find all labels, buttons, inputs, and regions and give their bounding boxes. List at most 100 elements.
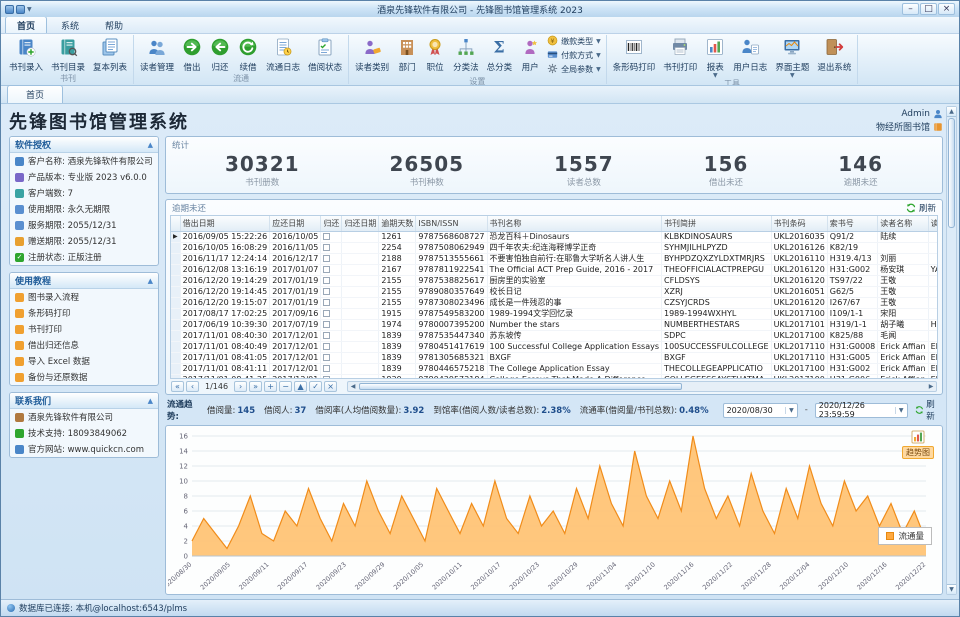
column-header[interactable]: 逾期天数: [379, 216, 416, 231]
next-page-button[interactable]: ›: [234, 381, 247, 392]
column-header[interactable]: 归还日期: [342, 216, 379, 231]
payment-method-button[interactable]: 付款方式▼: [547, 49, 601, 62]
maximize-button[interactable]: □: [920, 3, 937, 15]
renew-button[interactable]: 续借: [234, 35, 262, 73]
sidebar-panel-header-tutorials[interactable]: 使用教程▲: [10, 273, 158, 289]
return-button[interactable]: 归还: [206, 35, 234, 73]
sidebar-item[interactable]: 导入 Excel 数据: [10, 353, 158, 369]
returned-checkbox[interactable]: [323, 354, 330, 361]
user-log-button[interactable]: 用户日志: [729, 35, 771, 78]
last-page-button[interactable]: »: [249, 381, 262, 392]
table-row[interactable]: 2016/11/17 12:24:142016/12/1721889787513…: [171, 253, 938, 264]
chevron-down-icon[interactable]: ▼: [895, 407, 904, 414]
borrow-status-button[interactable]: 借阅状态: [304, 35, 346, 73]
global-params-button[interactable]: 全局参数▼: [547, 63, 601, 76]
collapse-icon[interactable]: ▲: [148, 277, 153, 285]
prev-page-button[interactable]: ‹: [186, 381, 199, 392]
date-from-input[interactable]: 2020/08/30 ▼: [723, 403, 798, 418]
table-row[interactable]: 2017/11/01 08:41:052017/12/0118399781305…: [171, 352, 938, 363]
returned-checkbox[interactable]: [323, 332, 330, 339]
chevron-down-icon[interactable]: ▼: [27, 7, 32, 12]
scroll-left-icon[interactable]: ◀: [348, 382, 358, 391]
payment-type-button[interactable]: ¥缴款类型▼: [547, 35, 601, 48]
book-print-button[interactable]: 书刊打印: [659, 35, 701, 78]
ribbon-tab-system[interactable]: 系统: [49, 16, 91, 33]
horizontal-scrollbar[interactable]: ◀ ▶: [347, 381, 937, 392]
collapse-icon[interactable]: ▲: [148, 141, 153, 149]
returned-checkbox[interactable]: [323, 343, 330, 350]
circulation-log-button[interactable]: 流通日志: [262, 35, 304, 73]
close-button[interactable]: ×: [938, 3, 955, 15]
sidebar-item[interactable]: 官方网站: www.quickcn.com: [10, 441, 158, 457]
returned-checkbox[interactable]: [323, 255, 330, 262]
table-row[interactable]: ▶2016/09/05 15:22:262016/10/051261978756…: [171, 231, 938, 242]
lend-button[interactable]: 借出: [178, 35, 206, 73]
edit-record-button[interactable]: ▲: [294, 381, 307, 392]
table-row[interactable]: 2017/08/17 17:02:252017/09/1619159787549…: [171, 308, 938, 319]
returned-checkbox[interactable]: [323, 310, 330, 317]
exit-system-button[interactable]: 退出系统: [813, 35, 855, 78]
sidebar-panel-header-contact-us[interactable]: 联系我们▲: [10, 393, 158, 409]
book-catalog-button[interactable]: 书刊目录: [47, 35, 89, 73]
column-header[interactable]: ISBN/ISSN: [416, 216, 487, 231]
sidebar-item[interactable]: 借出归还信息: [10, 337, 158, 353]
position-button[interactable]: 职位: [421, 35, 449, 76]
total-classification-button[interactable]: Σ总分类: [483, 35, 517, 76]
returned-checkbox[interactable]: [323, 299, 330, 306]
returned-checkbox[interactable]: [323, 277, 330, 284]
table-row[interactable]: 2016/12/20 19:14:452017/01/1921559789080…: [171, 286, 938, 297]
table-row[interactable]: 2017/11/01 08:40:492017/12/0118399780451…: [171, 341, 938, 352]
horizontal-scroll-thumb[interactable]: [359, 383, 682, 390]
doc-tab-home[interactable]: 首页: [7, 85, 63, 103]
sidebar-item[interactable]: 图书录入流程: [10, 289, 158, 305]
reader-management-button[interactable]: 读者管理: [136, 35, 178, 73]
column-header[interactable]: 书刊简拼: [662, 216, 772, 231]
user-button[interactable]: 用户: [516, 35, 544, 76]
department-button[interactable]: 部门: [393, 35, 421, 76]
sidebar-panel-header-software-license[interactable]: 软件授权▲: [10, 137, 158, 153]
table-row[interactable]: 2017/11/01 08:40:302017/12/0118399787535…: [171, 330, 938, 341]
current-user[interactable]: Admin: [876, 109, 943, 119]
copy-list-button[interactable]: 复本列表: [89, 35, 131, 73]
report-button[interactable]: 报表▼: [701, 35, 729, 78]
returned-checkbox[interactable]: [323, 288, 330, 295]
ui-theme-button[interactable]: 界面主题▼: [771, 35, 813, 78]
chevron-down-icon[interactable]: ▼: [785, 407, 794, 414]
returned-checkbox[interactable]: [323, 233, 330, 240]
ribbon-tab-help[interactable]: 帮助: [93, 16, 135, 33]
column-header[interactable]: 归还: [321, 216, 342, 231]
reader-type-button[interactable]: 读者类别: [351, 35, 393, 76]
classification-button[interactable]: 分类法: [449, 35, 483, 76]
column-header[interactable]: 应还日期: [270, 216, 321, 231]
column-header[interactable]: 读者简拼: [928, 216, 938, 231]
current-library[interactable]: 物经所图书馆: [876, 120, 943, 133]
sidebar-item[interactable]: 条形码打印: [10, 305, 158, 321]
overdue-refresh-button[interactable]: 刷新: [906, 202, 936, 214]
commit-button[interactable]: ✓: [309, 381, 322, 392]
vertical-scroll-thumb[interactable]: [948, 118, 955, 228]
sidebar-item[interactable]: 备份与还原数据: [10, 369, 158, 385]
cancel-button[interactable]: ×: [324, 381, 337, 392]
scroll-down-icon[interactable]: ▼: [947, 584, 956, 594]
chart-type-button[interactable]: 趋势图: [902, 429, 934, 459]
ribbon-tab-home[interactable]: 首页: [5, 16, 47, 33]
quick-save-icon[interactable]: [16, 5, 25, 14]
scroll-up-icon[interactable]: ▲: [947, 107, 956, 117]
first-page-button[interactable]: «: [171, 381, 184, 392]
returned-checkbox[interactable]: [323, 244, 330, 251]
column-header[interactable]: 读者名称: [878, 216, 928, 231]
minimize-button[interactable]: –: [902, 3, 919, 15]
table-row[interactable]: 2016/12/20 19:15:072017/01/1921559787308…: [171, 297, 938, 308]
table-row[interactable]: 2017/11/01 08:41:112017/12/0118399780446…: [171, 363, 938, 374]
scroll-right-icon[interactable]: ▶: [926, 382, 936, 391]
book-entry-button[interactable]: 书刊录入: [5, 35, 47, 73]
append-record-button[interactable]: +: [264, 381, 277, 392]
collapse-icon[interactable]: ▲: [148, 397, 153, 405]
sidebar-item[interactable]: 书刊打印: [10, 321, 158, 337]
table-row[interactable]: 2017/06/19 10:39:302017/07/1919749780007…: [171, 319, 938, 330]
barcode-print-button[interactable]: 条形码打印: [609, 35, 660, 78]
table-row[interactable]: 2016/12/20 19:14:292017/01/1921559787538…: [171, 275, 938, 286]
column-header[interactable]: 书刊名称: [487, 216, 662, 231]
column-header[interactable]: 索书号: [827, 216, 877, 231]
returned-checkbox[interactable]: [323, 266, 330, 273]
